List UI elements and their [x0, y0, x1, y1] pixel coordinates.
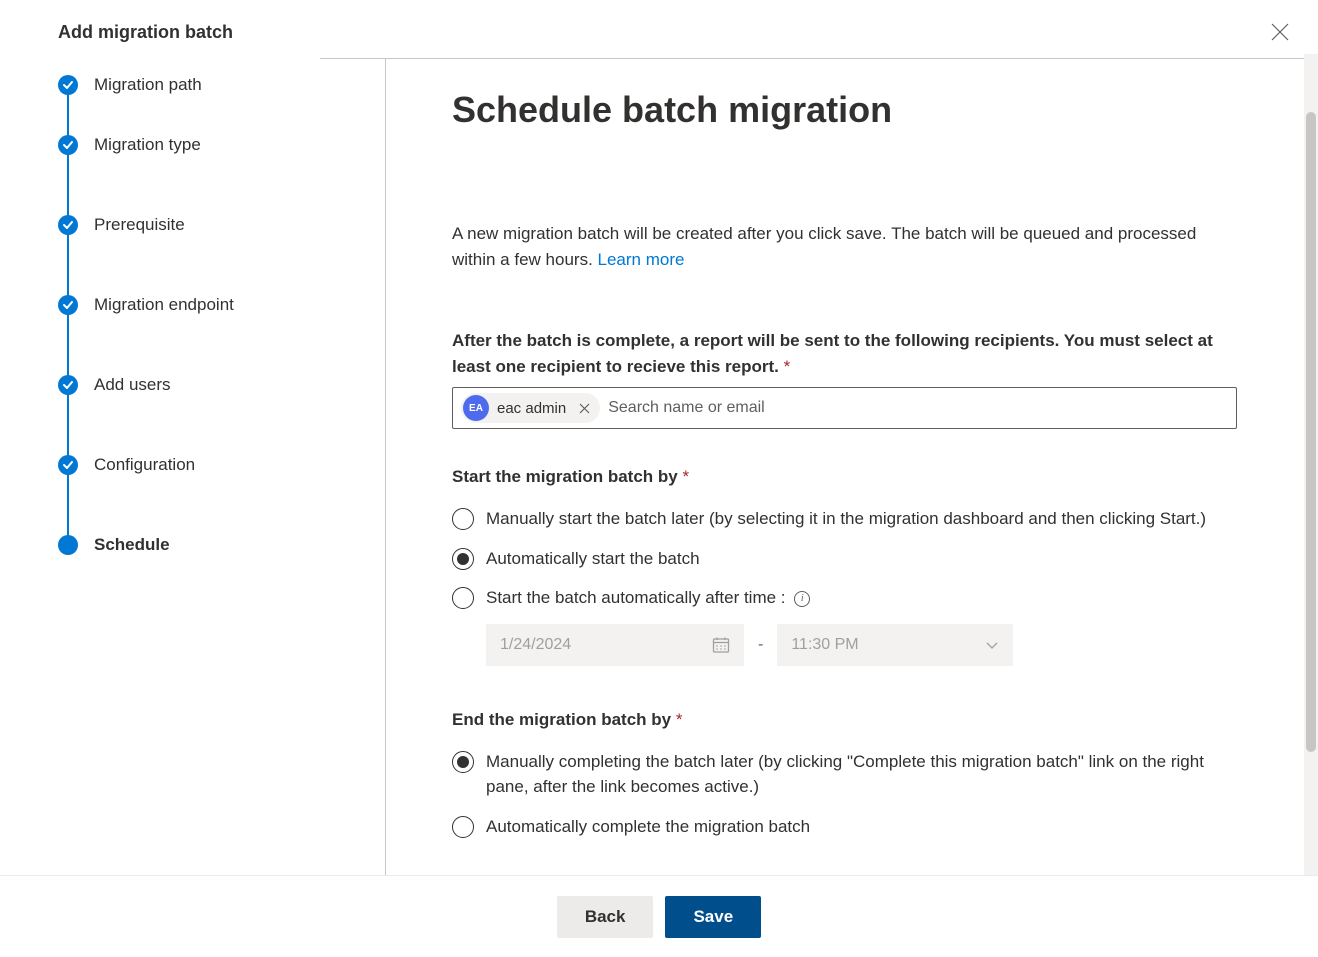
header: Add migration batch	[0, 0, 1318, 58]
step-label: Prerequisite	[94, 215, 185, 235]
dash-separator: -	[758, 636, 763, 654]
datetime-row: 1/24/2024 - 11:30 PM	[486, 624, 1237, 666]
end-option-auto[interactable]: Automatically complete the migration bat…	[452, 807, 1237, 847]
chevron-down-icon	[985, 638, 999, 652]
wizard-steps: Migration path Migration type Prerequisite…	[0, 59, 385, 880]
wizard-step-add-users[interactable]: Add users	[58, 345, 385, 425]
content-description: A new migration batch will be created af…	[452, 221, 1237, 272]
step-label: Migration path	[94, 75, 202, 95]
recipient-chip: EA eac admin	[461, 393, 600, 423]
save-button[interactable]: Save	[665, 896, 761, 938]
radio-icon	[452, 816, 474, 838]
checkmark-icon	[58, 455, 78, 475]
step-label: Configuration	[94, 455, 195, 475]
wizard-step-migration-endpoint[interactable]: Migration endpoint	[58, 265, 385, 345]
wizard-step-migration-path[interactable]: Migration path	[58, 65, 385, 105]
checkmark-icon	[58, 75, 78, 95]
step-label: Migration endpoint	[94, 295, 234, 315]
end-label: End the migration batch by *	[452, 710, 1237, 730]
wizard-step-migration-type[interactable]: Migration type	[58, 105, 385, 185]
scrollbar-thumb[interactable]	[1306, 112, 1316, 752]
learn-more-link[interactable]: Learn more	[598, 250, 685, 269]
start-option-after-time[interactable]: Start the batch automatically after time…	[452, 578, 1237, 618]
main-content: Schedule batch migration A new migration…	[385, 59, 1285, 880]
start-option-auto[interactable]: Automatically start the batch	[452, 539, 1237, 579]
radio-icon	[452, 508, 474, 530]
radio-icon	[452, 587, 474, 609]
checkmark-icon	[58, 215, 78, 235]
calendar-icon	[712, 636, 730, 654]
content-title: Schedule batch migration	[452, 89, 1237, 131]
close-icon	[579, 403, 590, 414]
close-button[interactable]	[1266, 18, 1294, 46]
end-radio-group: Manually completing the batch later (by …	[452, 742, 1237, 847]
page-title: Add migration batch	[58, 22, 233, 43]
checkmark-icon	[58, 135, 78, 155]
recipients-input[interactable]: EA eac admin	[452, 387, 1237, 429]
recipient-name: eac admin	[497, 400, 566, 417]
scrollbar-track[interactable]	[1304, 54, 1318, 875]
radio-icon	[452, 751, 474, 773]
back-button[interactable]: Back	[557, 896, 654, 938]
info-icon[interactable]: i	[794, 591, 810, 607]
start-option-manual[interactable]: Manually start the batch later (by selec…	[452, 499, 1237, 539]
wizard-step-schedule[interactable]: Schedule	[58, 505, 385, 585]
checkmark-icon	[58, 375, 78, 395]
checkmark-icon	[58, 295, 78, 315]
start-time-select[interactable]: 11:30 PM	[777, 624, 1013, 666]
recipients-label: After the batch is complete, a report wi…	[452, 328, 1237, 379]
end-option-manual[interactable]: Manually completing the batch later (by …	[452, 742, 1237, 807]
current-step-icon	[58, 535, 78, 555]
body: Migration path Migration type Prerequisite…	[0, 59, 1318, 880]
avatar: EA	[463, 395, 489, 421]
radio-icon	[452, 548, 474, 570]
close-icon	[1271, 23, 1289, 41]
wizard-step-configuration[interactable]: Configuration	[58, 425, 385, 505]
remove-recipient-button[interactable]	[574, 398, 594, 418]
step-label: Add users	[94, 375, 171, 395]
start-label: Start the migration batch by *	[452, 467, 1237, 487]
start-date-input[interactable]: 1/24/2024	[486, 624, 744, 666]
start-radio-group: Manually start the batch later (by selec…	[452, 499, 1237, 666]
footer: Back Save	[0, 875, 1318, 957]
step-label: Migration type	[94, 135, 201, 155]
recipient-search-input[interactable]	[608, 399, 1228, 417]
step-label: Schedule	[94, 535, 170, 555]
wizard-step-prerequisite[interactable]: Prerequisite	[58, 185, 385, 265]
